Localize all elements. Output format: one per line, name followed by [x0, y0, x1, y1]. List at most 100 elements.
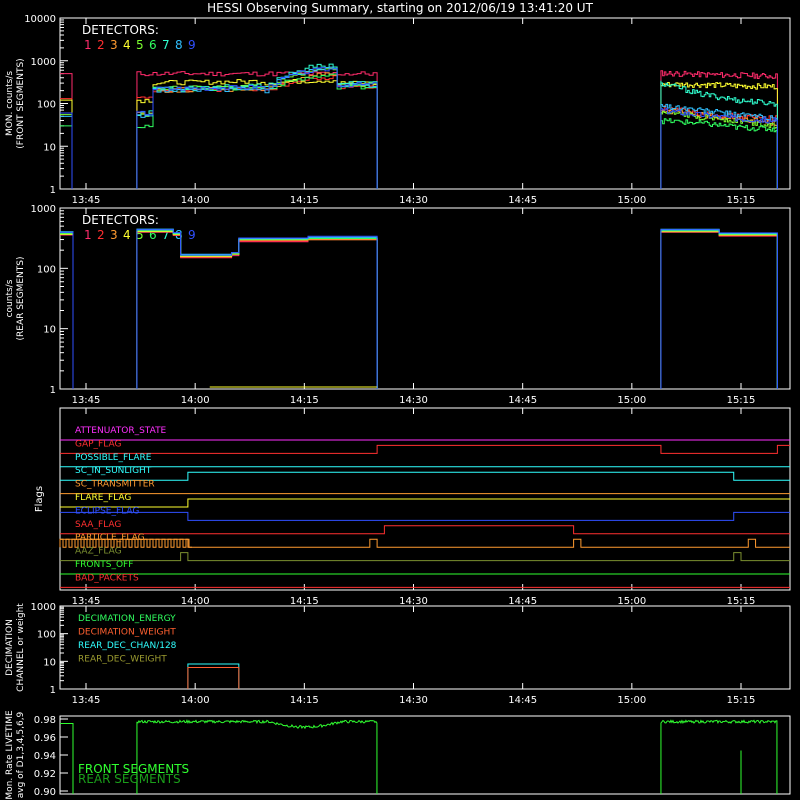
front-series-det6	[60, 73, 778, 189]
rear-series-det1	[60, 231, 778, 389]
rear-panel-ytick-label: 1000	[31, 204, 56, 215]
rear-panel-xtick-label: 14:00	[181, 395, 210, 406]
hessi-summary-figure: HESSI Observing Summary, starting on 201…	[0, 0, 800, 800]
livetime-ytick-label: 0.94	[34, 751, 56, 762]
flag-line-particle-flag	[60, 538, 790, 548]
front-panel-ytick-label: 1	[50, 185, 56, 196]
rear-panel-ytick-label: 10	[43, 325, 56, 336]
flag-line-sc-in-sunlight	[60, 471, 790, 481]
flags-panel-xtick-label: 15:15	[727, 596, 756, 607]
rear-panel-xtick-label: 15:00	[617, 395, 646, 406]
decimation-panel-ytick-label: 100	[37, 630, 56, 641]
livetime-ytick-label: 0.90	[34, 787, 56, 798]
front-panel-ylabel: (FRONT SEGMENTS)	[16, 58, 26, 148]
chart-title: HESSI Observing Summary, starting on 201…	[207, 1, 593, 15]
front-panel-xtick-label: 15:15	[727, 195, 756, 206]
flag-label-sc-transmitter: SC_TRANSMITTER	[75, 480, 155, 490]
livetime-ytick-label: 0.92	[34, 769, 56, 780]
front-panel-ytick-label: 10000	[24, 14, 56, 25]
decimation-panel-xtick-label: 14:15	[290, 695, 319, 706]
decimation-legend-4: REAR_DEC_WEIGHT	[78, 655, 167, 665]
flag-line-eclipse-flag	[60, 511, 790, 521]
flag-label-particle-flag: PARTICLE_FLAG	[75, 533, 145, 543]
front-panel-xtick-label: 13:45	[72, 195, 101, 206]
front-panel-legend-item: 7	[162, 38, 170, 52]
rear-panel-xtick-label: 14:30	[399, 395, 428, 406]
decimation-panel-xtick-label: 14:30	[399, 695, 428, 706]
decimation-panel-xtick-label: 15:00	[617, 695, 646, 706]
rear-panel-legend-title: DETECTORS:	[82, 213, 159, 227]
rear-panel-xtick-label: 15:15	[727, 395, 756, 406]
front-panel-legend-item: 9	[188, 38, 196, 52]
decimation-panel-xtick-label: 15:15	[727, 695, 756, 706]
flags-ylabel: Flags	[34, 486, 45, 512]
front-panel-ylabel: MON. counts/s	[5, 71, 15, 136]
rear-panel-legend-item: 1	[84, 228, 92, 242]
rear-series-det6	[60, 229, 778, 389]
front-series-det4	[60, 79, 778, 189]
livetime-legend-2: REAR SEGMENTS	[78, 772, 181, 786]
livetime-panel-ylabel: avg of D1,3,4,5,6,9	[16, 711, 26, 798]
rear-panel-ytick-label: 100	[37, 264, 56, 275]
flag-label-flare-flag: FLARE_FLAG	[75, 493, 131, 503]
front-panel-legend-item: 6	[149, 38, 157, 52]
front-panel-legend-item: 1	[84, 38, 92, 52]
front-panel-legend-title: DETECTORS:	[82, 23, 159, 37]
decimation-panel-ytick-label: 10	[43, 657, 56, 668]
flag-label-eclipse-flag: ECLIPSE_FLAG	[75, 506, 139, 516]
flags-panel-xtick-label: 14:30	[399, 596, 428, 607]
decimation-panel-ytick-label: 1000	[31, 602, 56, 613]
flag-label-attenuator-state: ATTENUATOR_STATE	[75, 426, 167, 436]
front-panel-ytick-label: 1000	[31, 57, 56, 68]
livetime-ytick-label: 0.96	[34, 733, 56, 744]
livetime-panel-ylabel: Mon. Rate LIVETIME	[5, 710, 15, 800]
livetime-ytick-label: 0.98	[34, 715, 56, 726]
flag-label-saa-flag: SAA_FLAG	[75, 520, 121, 530]
front-panel-xtick-label: 14:00	[181, 195, 210, 206]
front-series-det1	[60, 70, 778, 189]
decimation-legend-2: DECIMATION_WEIGHT	[78, 628, 176, 638]
flag-label-sc-in-sunlight: SC_IN_SUNLIGHT	[75, 466, 152, 476]
rear-panel-legend-item: 3	[110, 228, 118, 242]
flag-line-gap-flag	[60, 444, 790, 454]
rear-panel-legend-item: 2	[97, 228, 105, 242]
front-panel-legend-item: 5	[136, 38, 144, 52]
rear-panel-legend-item: 4	[123, 228, 131, 242]
flag-line-flare-flag	[60, 498, 790, 508]
rear-series-det7	[60, 229, 778, 389]
front-panel-legend-item: 8	[175, 38, 183, 52]
flags-panel-xtick-label: 14:15	[290, 596, 319, 607]
flags-panel-xtick-label: 14:45	[508, 596, 537, 607]
front-panel-xtick-label: 14:45	[508, 195, 537, 206]
front-panel-legend-item: 3	[110, 38, 118, 52]
rear-series-det8	[60, 228, 778, 389]
rear-series-det9	[60, 229, 778, 389]
decimation-legend-3: REAR_DEC_CHAN/128	[78, 641, 177, 651]
flag-label-gap-flag: GAP_FLAG	[75, 439, 121, 449]
flags-panel-xtick-label: 14:00	[181, 596, 210, 607]
front-panel-legend-item: 4	[123, 38, 131, 52]
flag-line-aaz-flag	[60, 552, 790, 562]
front-panel-ytick-label: 100	[37, 100, 56, 111]
flags-panel-xtick-label: 15:00	[617, 596, 646, 607]
flag-label-fronts-off: FRONTS_OFF	[75, 560, 133, 570]
rear-series-det3	[60, 230, 778, 389]
flag-label-bad-packets: BAD_PACKETS	[75, 573, 139, 583]
flag-label-possible-flare: POSSIBLE_FLARE	[75, 453, 152, 463]
rear-series-det4	[60, 230, 778, 389]
front-panel-legend-item: 2	[97, 38, 105, 52]
flag-label-aaz-flag: AAZ_FLAG	[75, 547, 122, 557]
flags-panel-xtick-label: 13:45	[72, 596, 101, 607]
decimation-panel-xtick-label: 13:45	[72, 695, 101, 706]
decimation-panel-xtick-label: 14:45	[508, 695, 537, 706]
rear-panel-ytick-label: 1	[50, 385, 56, 396]
front-panel-xtick-label: 15:00	[617, 195, 646, 206]
decimation-panel-ytick-label: 1	[50, 685, 56, 696]
rear-series-det5	[60, 229, 778, 389]
decimation-panel-ylabel: DECIMATION	[5, 619, 15, 676]
rear-panel-xtick-label: 14:15	[290, 395, 319, 406]
rear-panel-ylabel: counts/s	[5, 279, 15, 317]
rear-panel-ylabel: (REAR SEGMENTS)	[16, 256, 26, 340]
rear-panel-xtick-label: 14:45	[508, 395, 537, 406]
front-panel-ytick-label: 10	[43, 142, 56, 153]
